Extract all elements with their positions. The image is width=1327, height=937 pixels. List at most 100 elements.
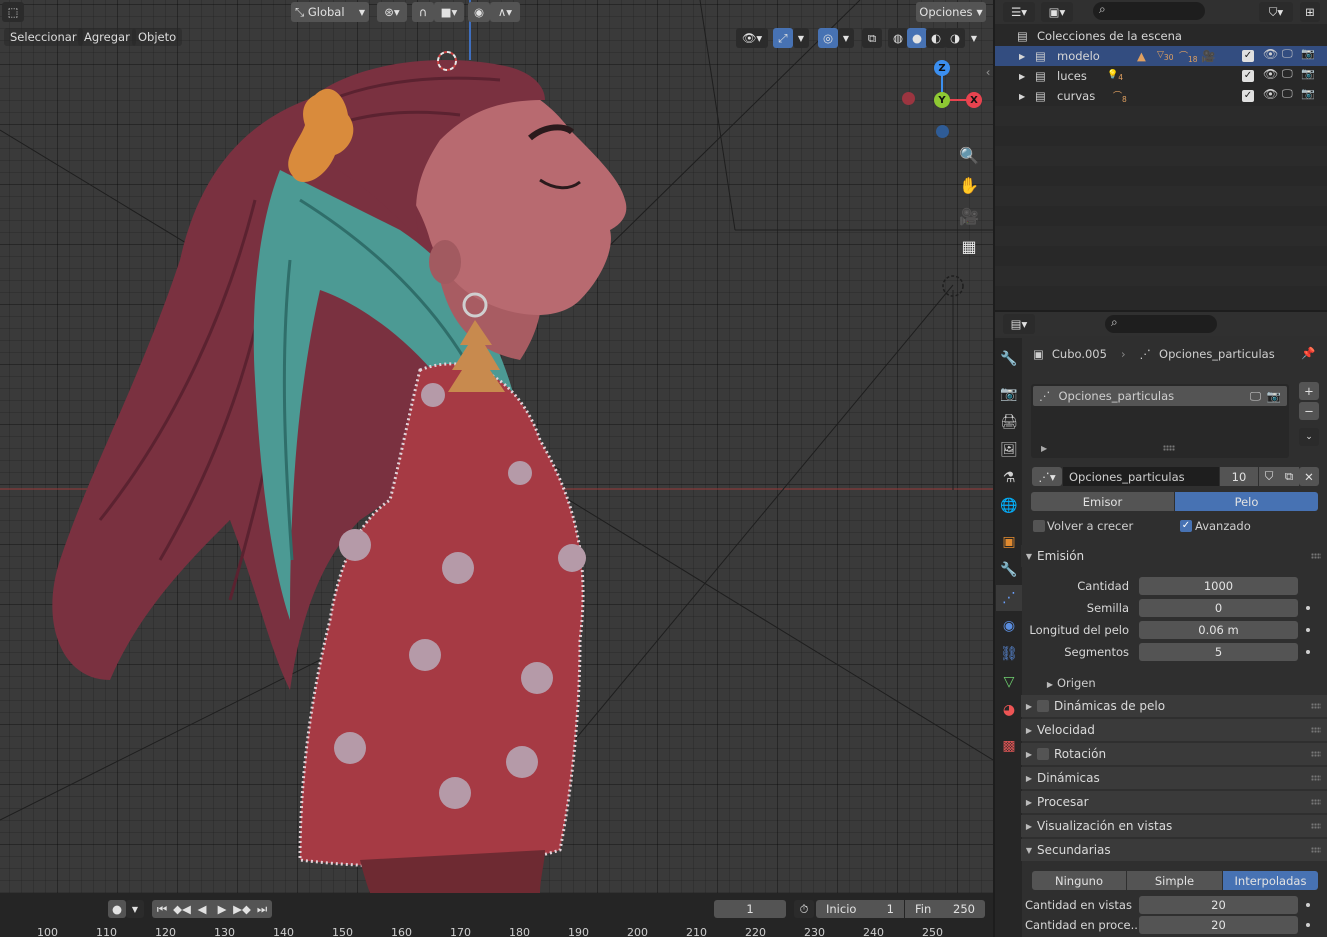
- physics-tab-icon[interactable]: ◉: [996, 613, 1022, 639]
- keyframe-dot-icon[interactable]: [1306, 650, 1310, 654]
- seed-field[interactable]: 0: [1139, 599, 1298, 617]
- drag-grip-icon[interactable]: [1311, 847, 1321, 853]
- expand-arrow-icon[interactable]: ▶: [1019, 72, 1035, 81]
- hair-dynamics-panel[interactable]: ▶ Dinámicas de pelo: [1021, 695, 1327, 717]
- scene-collection-row[interactable]: ▤ Colecciones de la escena: [995, 26, 1327, 46]
- expand-arrow-icon[interactable]: ▶: [1041, 444, 1047, 453]
- advanced-checkbox[interactable]: ✓: [1180, 520, 1192, 532]
- filter-dropdown[interactable]: ⛉▾: [1259, 2, 1293, 22]
- render-camera-icon[interactable]: 📷: [1267, 389, 1281, 403]
- emission-panel-header[interactable]: ▼ Emisión: [1021, 545, 1327, 567]
- exclude-checkbox[interactable]: ✓: [1242, 70, 1254, 82]
- proportional-edit-toggle[interactable]: ◉: [468, 2, 490, 22]
- add-slot-button[interactable]: +: [1299, 382, 1319, 400]
- type-emitter-tab[interactable]: Emisor: [1031, 492, 1174, 511]
- keyframe-dot-icon[interactable]: [1306, 903, 1310, 907]
- display-mode-dropdown[interactable]: ▣▾: [1041, 2, 1073, 22]
- drag-grip-icon[interactable]: [1311, 727, 1321, 733]
- render-tab-icon[interactable]: 📷: [996, 381, 1022, 407]
- transform-orientation-dropdown[interactable]: ⤡ Global ▼: [291, 2, 369, 22]
- eye-icon[interactable]: 👁: [1263, 87, 1278, 101]
- gizmo-z-axis[interactable]: Z: [934, 60, 950, 76]
- texture-tab-icon[interactable]: ▩: [996, 733, 1022, 759]
- tool-tab-icon[interactable]: 🔧: [996, 346, 1022, 372]
- menu-object[interactable]: Objeto: [132, 28, 183, 46]
- monitor-icon[interactable]: 🖵: [1282, 87, 1293, 101]
- render-camera-icon[interactable]: 📷: [1301, 47, 1315, 60]
- overlays-toggle[interactable]: ◎: [818, 28, 838, 48]
- outliner[interactable]: ☰▾ ▣▾ ⌕ ⛉▾ ⊞ ▤ Colecciones de la escena …: [995, 0, 1327, 310]
- snap-target-dropdown[interactable]: ■▾: [434, 2, 464, 22]
- keyframe-dot-icon[interactable]: [1306, 606, 1310, 610]
- settings-name-field[interactable]: Opciones_particulas: [1063, 467, 1219, 486]
- children-interpolated-tab[interactable]: Interpoladas: [1223, 871, 1318, 890]
- 3d-viewport[interactable]: ⬚ ⤡ Global ▼ ⊛▾ ∩ ■▾ ◉ ∧▾ Opciones ▼ Sele…: [0, 0, 993, 893]
- monitor-icon[interactable]: 🖵: [1282, 67, 1293, 81]
- duplicate-settings-button[interactable]: ⧉: [1279, 467, 1299, 486]
- keyframe-dot-icon[interactable]: [1306, 923, 1310, 927]
- drag-grip-icon[interactable]: [1311, 751, 1321, 757]
- drag-grip-icon[interactable]: [1311, 823, 1321, 829]
- render-camera-icon[interactable]: 📷: [1301, 67, 1315, 80]
- properties-editor[interactable]: ▤▾ ⌕ 🔧 📷 🖨 🖼 ⚗ 🌐 ▣ 🔧 ⋰ ◉ ⛓ ▽ ◕ ▩ ▣ Cubo.…: [995, 312, 1327, 937]
- gizmo-dropdown[interactable]: ▼: [793, 28, 809, 48]
- browse-settings-dropdown[interactable]: ⋰▾: [1032, 467, 1062, 486]
- gizmo-neg-x-axis[interactable]: [902, 92, 915, 105]
- properties-search-input[interactable]: ⌕: [1105, 315, 1217, 333]
- exclude-checkbox[interactable]: ✓: [1242, 90, 1254, 102]
- falloff-dropdown[interactable]: ∧▾: [490, 2, 520, 22]
- display-amount-field[interactable]: 20: [1139, 896, 1298, 914]
- segments-field[interactable]: 5: [1139, 643, 1298, 661]
- pin-icon[interactable]: 📌: [1301, 346, 1315, 360]
- mesh-data-tab-icon[interactable]: ▽: [996, 669, 1022, 695]
- rotation-checkbox[interactable]: [1037, 748, 1049, 760]
- children-panel-header[interactable]: ▼ Secundarias: [1021, 839, 1327, 861]
- eye-icon[interactable]: 👁: [1263, 67, 1278, 81]
- source-subpanel[interactable]: ▶ Origen: [1043, 676, 1096, 690]
- shading-material[interactable]: ◐: [926, 28, 946, 48]
- editor-type-dropdown[interactable]: ▤▾: [1003, 314, 1035, 334]
- eye-icon[interactable]: 👁: [1263, 47, 1278, 61]
- gizmo-x-axis[interactable]: X: [966, 92, 982, 108]
- drag-grip-icon[interactable]: [1311, 553, 1321, 559]
- expand-arrow-icon[interactable]: ▶: [1019, 92, 1035, 101]
- visibility-dropdown[interactable]: 👁▾: [736, 28, 768, 48]
- ortho-grid-icon[interactable]: ▦: [956, 233, 982, 259]
- drag-grip-icon[interactable]: [1311, 775, 1321, 781]
- menu-select[interactable]: Seleccionar: [4, 28, 83, 46]
- shading-solid[interactable]: ●: [907, 28, 927, 48]
- constraints-tab-icon[interactable]: ⛓: [996, 641, 1022, 667]
- frame-ruler[interactable]: 100 110 120 130 140 150 160 170 180 190 200 210 220 2…: [0, 893, 993, 937]
- particles-tab-icon[interactable]: ⋰: [996, 585, 1022, 611]
- users-count[interactable]: 10: [1220, 467, 1258, 486]
- gizmo-neg-z-axis[interactable]: [936, 125, 949, 138]
- shading-dropdown[interactable]: ▼: [966, 28, 982, 48]
- fake-user-toggle[interactable]: ⛉: [1259, 467, 1279, 486]
- render-panel[interactable]: ▶ Procesar: [1021, 791, 1327, 813]
- monitor-icon[interactable]: 🖵: [1282, 47, 1293, 61]
- camera-view-icon[interactable]: 🎥: [956, 203, 982, 229]
- expand-arrow-icon[interactable]: ▶: [1019, 52, 1035, 61]
- view-layer-tab-icon[interactable]: 🖼: [996, 437, 1022, 463]
- children-none-tab[interactable]: Ninguno: [1032, 871, 1126, 890]
- hair-dynamics-checkbox[interactable]: [1037, 700, 1049, 712]
- keyframe-dot-icon[interactable]: [1306, 628, 1310, 632]
- overlays-dropdown[interactable]: ▼: [838, 28, 854, 48]
- select-box-mode-icon[interactable]: ⬚: [2, 2, 24, 22]
- viewport-display-panel[interactable]: ▶ Visualización en vistas: [1021, 815, 1327, 837]
- shading-wireframe[interactable]: ◍: [888, 28, 908, 48]
- options-dropdown[interactable]: Opciones ▼: [916, 2, 986, 22]
- menu-add[interactable]: Agregar: [78, 28, 136, 46]
- unlink-settings-button[interactable]: ✕: [1299, 467, 1319, 486]
- exclude-checkbox[interactable]: ✓: [1242, 50, 1254, 62]
- drag-grip-icon[interactable]: [1311, 799, 1321, 805]
- monitor-icon[interactable]: 🖵: [1250, 389, 1261, 404]
- outliner-search-input[interactable]: ⌕: [1093, 2, 1205, 20]
- output-tab-icon[interactable]: 🖨: [996, 409, 1022, 435]
- render-amount-field[interactable]: 20: [1139, 916, 1298, 934]
- render-camera-icon[interactable]: 📷: [1301, 87, 1315, 100]
- world-tab-icon[interactable]: 🌐: [996, 493, 1022, 519]
- scene-tab-icon[interactable]: ⚗: [996, 465, 1022, 491]
- drag-grip-icon[interactable]: [1311, 703, 1321, 709]
- timeline[interactable]: ● ▼ ⏮ ◆◀ ◀ ▶ ▶◆ ⏭ 1 ⏱ Inicio 1 Fin 250 100…: [0, 893, 993, 937]
